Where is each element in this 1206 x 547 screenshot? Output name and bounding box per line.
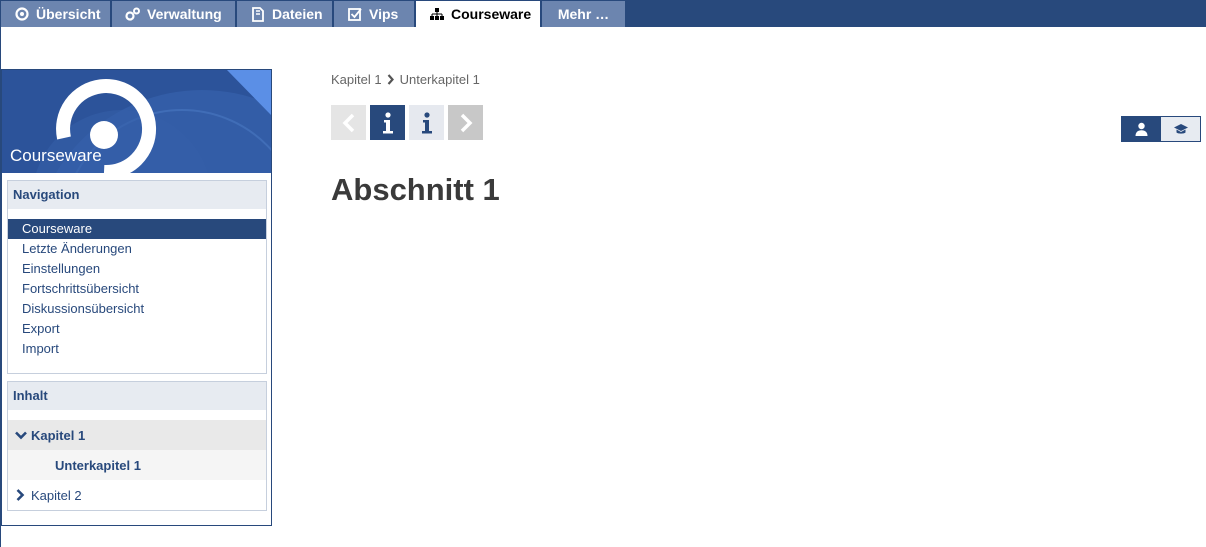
- tree-item-chapter-1[interactable]: Kapitel 1: [8, 420, 266, 450]
- student-view-button[interactable]: [1122, 117, 1161, 141]
- tab-files[interactable]: Dateien: [237, 1, 333, 27]
- nav-item-settings[interactable]: Einstellungen: [8, 259, 266, 279]
- sidebar-title: Courseware: [10, 146, 102, 165]
- chevron-right-icon: [460, 113, 472, 132]
- tab-label: Verwaltung: [147, 6, 222, 22]
- nav-item-progress[interactable]: Fortschrittsübersicht: [8, 279, 266, 299]
- hierarchy-icon: [429, 6, 445, 22]
- nav-item-discussions[interactable]: Diskussionsübersicht: [8, 299, 266, 319]
- info-button[interactable]: [409, 105, 444, 140]
- tab-label: Übersicht: [36, 6, 101, 22]
- breadcrumb-item-chapter[interactable]: Kapitel 1: [331, 72, 382, 87]
- tree-item-chapter-2[interactable]: Kapitel 2: [8, 480, 266, 510]
- tree-item-label: Kapitel 1: [31, 427, 86, 443]
- nav-item-import[interactable]: Import: [8, 339, 266, 359]
- tab-administration[interactable]: Verwaltung: [112, 1, 236, 27]
- tree-item-label: Kapitel 2: [31, 487, 82, 503]
- nav-item-courseware[interactable]: Courseware: [8, 219, 266, 239]
- chevron-left-icon: [342, 113, 354, 132]
- tab-overview[interactable]: Übersicht: [1, 1, 111, 27]
- section-navigation: [331, 105, 483, 140]
- files-icon: [250, 6, 266, 22]
- person-icon: [1135, 122, 1148, 136]
- previous-button[interactable]: [331, 105, 366, 140]
- checkbox-icon: [347, 6, 363, 22]
- chevron-down-icon[interactable]: [14, 429, 27, 442]
- info-icon: [382, 111, 393, 133]
- navigation-heading: Navigation: [8, 181, 266, 209]
- info-circle-icon: [14, 6, 30, 22]
- admin-gears-icon: [125, 6, 141, 22]
- chevron-right-icon[interactable]: [14, 489, 27, 502]
- content-tree: Kapitel 1 Unterkapitel 1 Kapitel 2: [8, 410, 266, 510]
- tab-vips[interactable]: Vips: [334, 1, 415, 27]
- sidebar: Courseware Navigation Courseware Letzte …: [1, 69, 272, 526]
- next-button[interactable]: [448, 105, 483, 140]
- tree-item-subchapter-1[interactable]: Unterkapitel 1: [8, 450, 266, 480]
- content-heading: Inhalt: [8, 382, 266, 410]
- navigation-box: Navigation Courseware Letzte Änderungen …: [7, 180, 267, 374]
- info-icon: [421, 111, 432, 133]
- tab-label: Mehr …: [557, 6, 610, 22]
- course-tab-bar: Übersicht Verwaltung Dateien Vips Course…: [0, 0, 1206, 27]
- view-mode-toggle: [1121, 116, 1201, 142]
- teacher-view-button[interactable]: [1161, 117, 1200, 141]
- tab-more[interactable]: Mehr …: [542, 1, 626, 27]
- section-title: Abschnitt 1: [331, 172, 500, 207]
- navigation-list: Courseware Letzte Änderungen Einstellung…: [8, 209, 266, 359]
- breadcrumb-item-subchapter[interactable]: Unterkapitel 1: [400, 72, 480, 87]
- tab-label: Dateien: [272, 6, 323, 22]
- sidebar-header: Courseware: [2, 70, 271, 173]
- chevron-right-icon: [387, 74, 395, 85]
- graduation-cap-icon: [1173, 124, 1188, 134]
- info-button-active[interactable]: [370, 105, 405, 140]
- content-box: Inhalt Kapitel 1 Unterkapitel 1 Kapitel …: [7, 381, 267, 511]
- tab-courseware[interactable]: Courseware: [416, 1, 541, 27]
- tree-item-label: Unterkapitel 1: [55, 457, 141, 473]
- nav-item-export[interactable]: Export: [8, 319, 266, 339]
- nav-item-recent-changes[interactable]: Letzte Änderungen: [8, 239, 266, 259]
- tab-label: Vips: [369, 6, 399, 22]
- breadcrumb: Kapitel 1 Unterkapitel 1: [331, 72, 480, 87]
- tab-label: Courseware: [451, 6, 532, 22]
